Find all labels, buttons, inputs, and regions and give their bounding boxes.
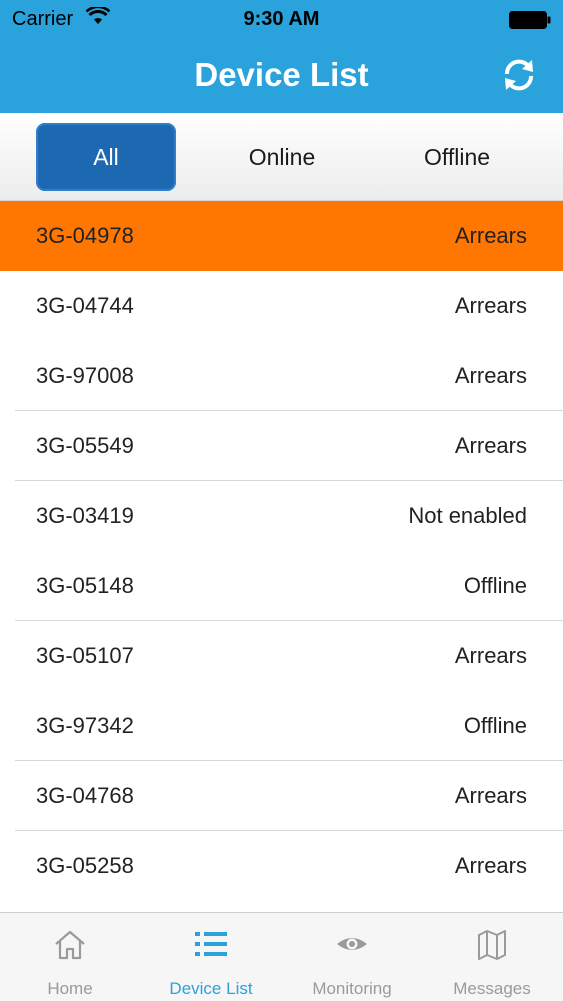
- map-icon: [478, 930, 506, 960]
- segment-all[interactable]: All: [36, 123, 176, 191]
- device-status: Arrears: [454, 363, 527, 388]
- tab-device-list[interactable]: Device List: [141, 913, 281, 1001]
- device-status: Arrears: [454, 783, 527, 808]
- device-status: Not enabled: [408, 503, 527, 528]
- segment-offline[interactable]: Offline: [387, 123, 527, 191]
- device-row[interactable]: 3G-04978 Arrears: [0, 201, 563, 271]
- battery-icon: [509, 11, 551, 29]
- device-id: 3G-97008: [36, 363, 134, 388]
- segment-offline-label: Offline: [423, 143, 491, 170]
- segment-online[interactable]: Online: [212, 123, 352, 191]
- device-list: 3G-04978 Arrears 3G-04744 Arrears 3G-970…: [0, 201, 563, 901]
- device-id: 3G-97342: [36, 713, 134, 738]
- clock: 9:30 AM: [243, 8, 320, 30]
- list-icon: [195, 932, 227, 956]
- filter-segmented-control: All Online Offline: [0, 113, 563, 201]
- tab-monitoring[interactable]: Monitoring: [282, 913, 422, 1001]
- device-row[interactable]: 3G-97008 Arrears: [0, 341, 563, 411]
- device-id: 3G-04768: [36, 783, 134, 808]
- tab-home[interactable]: Home: [0, 913, 140, 1001]
- device-id: 3G-03419: [36, 503, 134, 528]
- device-status: Arrears: [454, 433, 527, 458]
- device-id: 3G-04978: [36, 223, 134, 248]
- tab-home-label: Home: [47, 979, 93, 998]
- tab-messages-label: Messages: [453, 979, 531, 998]
- status-bar: Carrier 9:30 AM: [0, 0, 563, 38]
- tab-device-list-label: Device List: [169, 979, 253, 998]
- page-title: Device List: [194, 56, 369, 93]
- tab-bar: Home Device List Monitoring Messages: [0, 912, 563, 1001]
- tab-monitoring-label: Monitoring: [312, 979, 392, 998]
- tab-messages[interactable]: Messages: [422, 913, 562, 1001]
- segment-online-label: Online: [248, 143, 316, 170]
- device-id: 3G-05107: [36, 643, 134, 668]
- device-row[interactable]: 3G-05148 Offline: [0, 551, 563, 621]
- device-id: 3G-05148: [36, 573, 134, 598]
- device-row[interactable]: 3G-05258 Arrears: [0, 831, 563, 901]
- refresh-button[interactable]: [499, 55, 539, 95]
- device-status: Arrears: [454, 293, 527, 318]
- device-id: 3G-04744: [36, 293, 134, 318]
- device-status: Offline: [463, 713, 527, 738]
- device-row[interactable]: 3G-04768 Arrears: [0, 761, 563, 831]
- eye-icon: [337, 938, 367, 950]
- device-row[interactable]: 3G-04744 Arrears: [0, 271, 563, 341]
- home-icon: [55, 930, 85, 960]
- device-id: 3G-05258: [36, 853, 134, 878]
- device-status: Arrears: [454, 853, 527, 878]
- device-row[interactable]: 3G-05107 Arrears: [0, 621, 563, 691]
- segment-all-label: All: [93, 143, 119, 170]
- device-id: 3G-05549: [36, 433, 134, 458]
- header: Carrier 9:30 AM Device List: [0, 0, 563, 113]
- device-row[interactable]: 3G-03419 Not enabled: [0, 481, 563, 551]
- device-status: Arrears: [454, 223, 527, 248]
- device-status: Offline: [463, 573, 527, 598]
- device-row[interactable]: 3G-05549 Arrears: [0, 411, 563, 481]
- device-row[interactable]: 3G-97342 Offline: [0, 691, 563, 761]
- refresh-icon: [504, 59, 534, 91]
- device-status: Arrears: [454, 643, 527, 668]
